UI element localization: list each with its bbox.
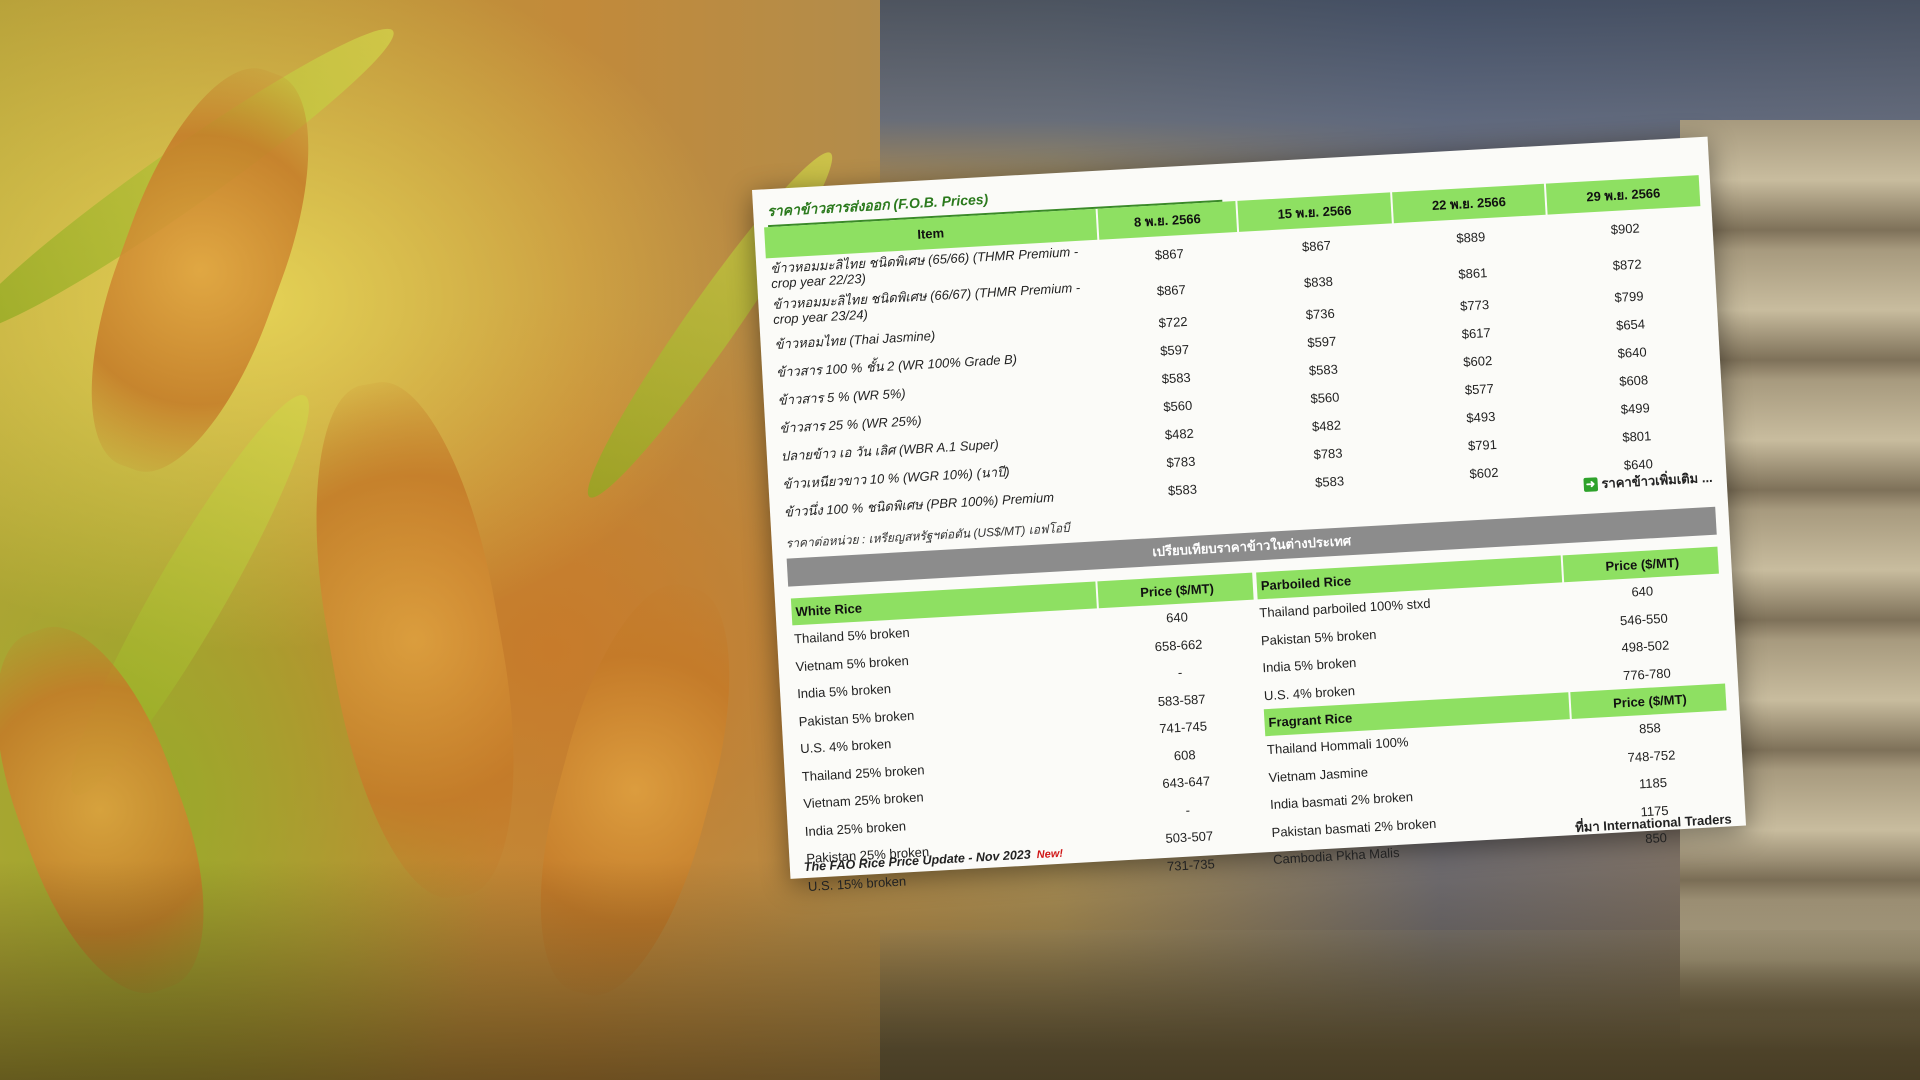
new-badge: New! (1036, 847, 1064, 862)
arrow-right-icon: ➜ (1583, 476, 1598, 492)
bottom-shade (0, 860, 1920, 1080)
fob-price-table: Item 8 พ.ย. 2566 15 พ.ย. 2566 22 พ.ย. 25… (762, 175, 1717, 526)
price-table-screenshot: ราคาข้าวสารส่งออก (F.O.B. Prices) Item 8… (752, 136, 1747, 894)
